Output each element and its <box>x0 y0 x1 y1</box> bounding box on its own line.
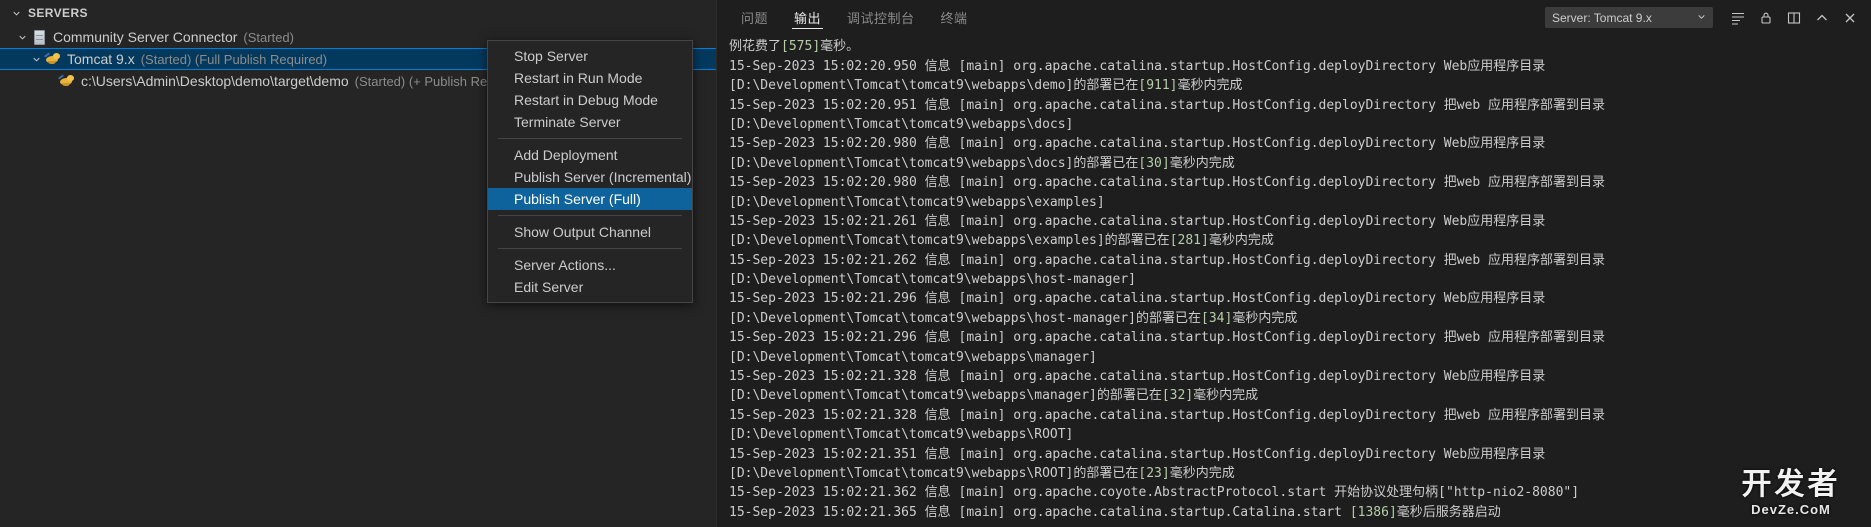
log-line: 15-Sep-2023 15:02:21.262 信息 [main] org.a… <box>729 252 1606 268</box>
tree-item-label: Tomcat 9.x <box>67 51 135 67</box>
menu-separator <box>498 138 682 139</box>
menu-item-show-output-channel[interactable]: Show Output Channel <box>488 221 692 243</box>
log-line: 15-Sep-2023 15:02:21.296 信息 [main] org.a… <box>729 291 1546 307</box>
tab-output[interactable]: 输出 <box>784 0 831 35</box>
log-line: [D:\Development\Tomcat\tomcat9\webapps\h… <box>729 310 1298 326</box>
log-line: [D:\Development\Tomcat\tomcat9\webapps\d… <box>729 155 1235 171</box>
menu-item-publish-server-full[interactable]: Publish Server (Full) <box>488 188 692 210</box>
log-line: [D:\Development\Tomcat\tomcat9\webapps\d… <box>729 78 1243 94</box>
log-line: [D:\Development\Tomcat\tomcat9\webapps\m… <box>729 388 1259 404</box>
menu-item-terminate-server[interactable]: Terminate Server <box>488 111 692 133</box>
tab-debug-console[interactable]: 调试控制台 <box>837 0 925 35</box>
chevron-down-icon <box>8 5 24 21</box>
output-log-area[interactable]: 15-Sep-2023 15:02:20.949 信息 [main] org.a… <box>717 35 1871 527</box>
tomcat-cat-icon <box>57 73 76 89</box>
log-line: 15-Sep-2023 15:02:21.328 信息 [main] org.a… <box>729 369 1546 385</box>
log-line: [D:\Development\Tomcat\tomcat9\webapps\m… <box>729 349 1097 365</box>
menu-item-server-actions[interactable]: Server Actions... <box>488 254 692 276</box>
watermark-sub-text: DevZe.CoM <box>1751 502 1831 517</box>
chevron-down-icon[interactable] <box>28 51 44 67</box>
menu-item-label: Show Output Channel <box>514 224 651 240</box>
log-line: 例花费了[575]毫秒。 <box>729 39 860 55</box>
menu-item-stop-server[interactable]: Stop Server <box>488 45 692 67</box>
log-line: 15-Sep-2023 15:02:20.951 信息 [main] org.a… <box>729 97 1606 113</box>
tree-item-label: c:\Users\Admin\Desktop\demo\target\demo <box>81 73 349 89</box>
log-line: 15-Sep-2023 15:02:21.328 信息 [main] org.a… <box>729 407 1606 423</box>
chevron-down-icon[interactable] <box>14 29 30 45</box>
split-editor-button[interactable] <box>1781 5 1807 31</box>
log-line: [D:\Development\Tomcat\tomcat9\webapps\h… <box>729 272 1136 288</box>
log-line: [D:\Development\Tomcat\tomcat9\webapps\e… <box>729 194 1105 210</box>
menu-item-label: Stop Server <box>514 48 588 64</box>
menu-item-edit-server[interactable]: Edit Server <box>488 276 692 298</box>
log-line: 15-Sep-2023 15:02:20.980 信息 [main] org.a… <box>729 175 1606 191</box>
output-channel-value: Server: Tomcat 9.x <box>1552 10 1652 25</box>
servers-section-title: SERVERS <box>28 6 88 20</box>
servers-section-header[interactable]: SERVERS <box>0 0 716 26</box>
lock-icon[interactable] <box>1753 5 1779 31</box>
log-line: 15-Sep-2023 15:02:20.950 信息 [main] org.a… <box>729 58 1546 74</box>
log-line: 15-Sep-2023 15:02:21.351 信息 [main] org.a… <box>729 446 1546 462</box>
tab-problems[interactable]: 问题 <box>731 0 778 35</box>
output-panel: 问题 输出 调试控制台 终端 Server: Tomcat 9.x 例花费了[5… <box>716 0 1871 527</box>
menu-item-label: Restart in Run Mode <box>514 70 643 86</box>
log-line: [D:\Development\Tomcat\tomcat9\webapps\e… <box>729 233 1274 249</box>
log-line: 15-Sep-2023 15:02:21.365 信息 [main] org.a… <box>729 504 1501 520</box>
watermark-main-text: 开发者 <box>1741 467 1841 502</box>
log-line: 15-Sep-2023 15:02:21.296 信息 [main] org.a… <box>729 330 1606 346</box>
output-log-text: 15-Sep-2023 15:02:20.949 信息 [main] org.a… <box>729 35 1871 522</box>
tab-terminal[interactable]: 终端 <box>931 0 978 35</box>
menu-item-publish-server-incremental[interactable]: Publish Server (Incremental) <box>488 166 692 188</box>
menu-separator <box>498 248 682 249</box>
app-root: SERVERS Community Server Connector (Star… <box>0 0 1871 527</box>
menu-item-label: Publish Server (Incremental) <box>514 169 692 185</box>
menu-item-restart-in-debug-mode[interactable]: Restart in Debug Mode <box>488 89 692 111</box>
chevron-up-icon[interactable] <box>1809 5 1835 31</box>
log-line: 15-Sep-2023 15:02:20.980 信息 [main] org.a… <box>729 136 1546 152</box>
log-line: [D:\Development\Tomcat\tomcat9\webapps\R… <box>729 465 1235 481</box>
output-channel-select[interactable]: Server: Tomcat 9.x <box>1545 7 1713 28</box>
tree-item-description: (Started) (Full Publish Required) <box>140 51 328 67</box>
menu-item-label: Publish Server (Full) <box>514 191 641 207</box>
menu-item-label: Restart in Debug Mode <box>514 92 658 108</box>
tab-label: 输出 <box>794 11 822 26</box>
server-context-menu: Stop Server Restart in Run Mode Restart … <box>487 40 693 303</box>
clear-output-button[interactable] <box>1725 5 1751 31</box>
menu-item-label: Server Actions... <box>514 257 616 273</box>
watermark: 开发者 DevZe.CoM <box>1725 467 1857 518</box>
tomcat-cat-icon <box>43 51 62 67</box>
close-icon[interactable] <box>1837 5 1863 31</box>
menu-separator <box>498 215 682 216</box>
tree-item-description: (Started) <box>243 29 294 45</box>
server-rack-icon <box>30 29 48 45</box>
panel-header: 问题 输出 调试控制台 终端 Server: Tomcat 9.x <box>717 0 1871 35</box>
tab-label: 调试控制台 <box>847 11 915 26</box>
menu-item-label: Edit Server <box>514 279 584 295</box>
log-line: [D:\Development\Tomcat\tomcat9\webapps\R… <box>729 427 1074 443</box>
tab-label: 终端 <box>940 11 968 26</box>
menu-item-label: Add Deployment <box>514 147 618 163</box>
tab-label: 问题 <box>741 11 769 26</box>
tree-item-label: Community Server Connector <box>53 29 238 45</box>
menu-item-add-deployment[interactable]: Add Deployment <box>488 144 692 166</box>
menu-item-restart-in-run-mode[interactable]: Restart in Run Mode <box>488 67 692 89</box>
panel-tab-list: 问题 输出 调试控制台 终端 <box>717 0 984 35</box>
panel-action-bar: Server: Tomcat 9.x <box>1545 0 1871 35</box>
log-line: [D:\Development\Tomcat\tomcat9\webapps\d… <box>729 116 1074 132</box>
servers-explorer-panel: SERVERS Community Server Connector (Star… <box>0 0 716 527</box>
log-line: 15-Sep-2023 15:02:21.261 信息 [main] org.a… <box>729 213 1546 229</box>
chevron-down-icon <box>1697 12 1706 23</box>
log-line: 15-Sep-2023 15:02:21.362 信息 [main] org.a… <box>729 485 1580 501</box>
menu-item-label: Terminate Server <box>514 114 621 130</box>
